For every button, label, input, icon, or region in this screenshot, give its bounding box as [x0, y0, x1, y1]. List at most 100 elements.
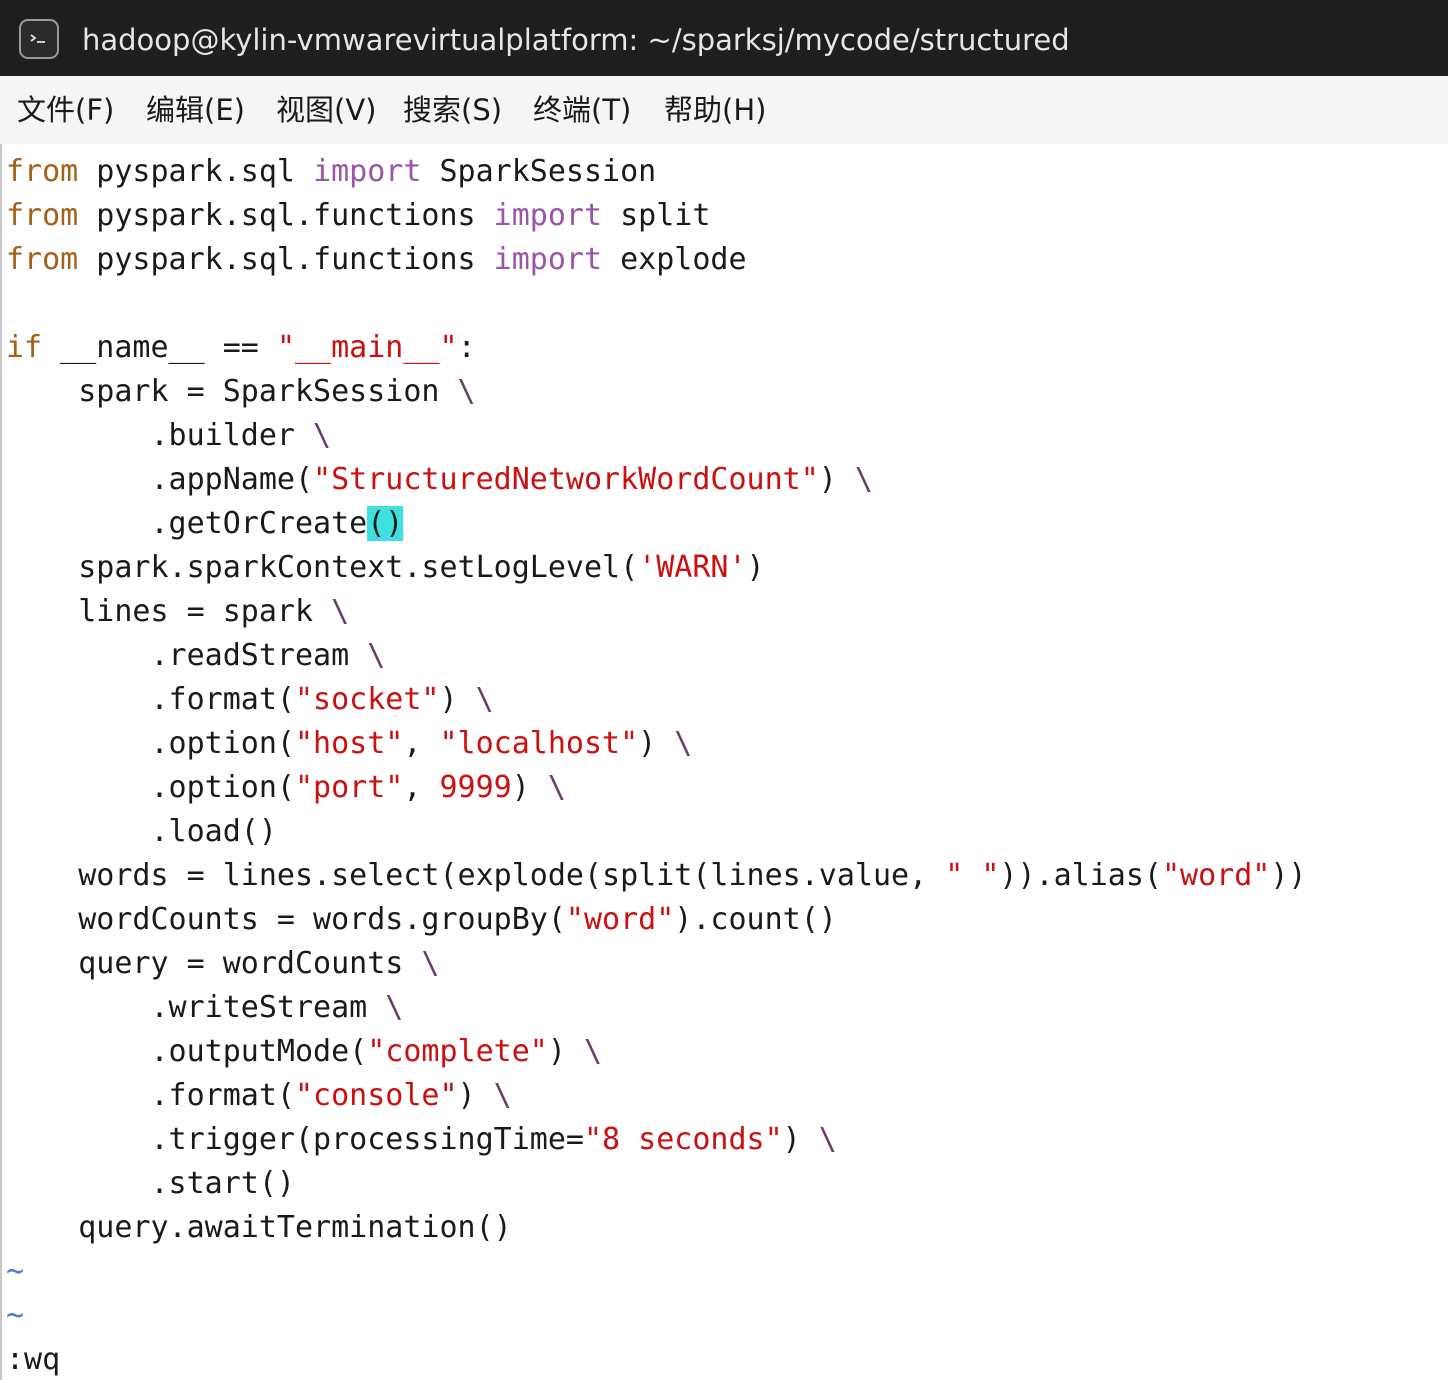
- code-token: .appName(: [6, 462, 314, 497]
- code-token: \: [818, 1122, 837, 1157]
- menu-help[interactable]: 帮助(H): [664, 76, 766, 144]
- code-token: \: [313, 418, 332, 453]
- code-token: \: [674, 726, 693, 761]
- code-line: from pyspark.sql.functions import split: [6, 194, 710, 238]
- code-token: __name__ ==: [42, 330, 277, 365]
- code-token: "StructuredNetworkWordCount": [313, 462, 819, 497]
- code-token: .readStream: [6, 638, 368, 673]
- code-line: .outputMode("complete") \: [6, 1030, 602, 1074]
- code-line: query = wordCounts \: [6, 942, 439, 986]
- code-line: .builder \: [6, 414, 331, 458]
- menu-view[interactable]: 视图(V): [276, 76, 376, 144]
- code-line: spark = SparkSession \: [6, 370, 476, 414]
- code-token: spark.sparkContext.setLogLevel(: [6, 550, 639, 585]
- code-token: from: [6, 242, 79, 277]
- code-token: "port": [294, 770, 404, 805]
- code-token: lines = spark: [6, 594, 332, 629]
- code-token: "socket": [294, 682, 440, 717]
- code-token: .option(: [6, 726, 295, 761]
- code-token: \: [547, 770, 566, 805]
- code-token: .load(): [6, 814, 277, 849]
- code-token: " ": [945, 858, 1000, 893]
- code-token: .builder: [6, 418, 314, 453]
- title-bar[interactable]: hadoop@kylin-vmwarevirtualplatform: ~/sp…: [0, 0, 1448, 76]
- code-token: \: [385, 990, 404, 1025]
- code-token: spark = SparkSession: [6, 374, 458, 409]
- code-token: \: [421, 946, 440, 981]
- code-token: from: [6, 154, 79, 189]
- code-token: .writeStream: [6, 990, 386, 1025]
- code-token: :: [457, 330, 476, 365]
- code-token: :wq: [6, 1342, 61, 1377]
- code-token: ): [782, 1122, 819, 1157]
- code-line: from pyspark.sql.functions import explod…: [6, 238, 747, 282]
- code-line: from pyspark.sql import SparkSession: [6, 150, 656, 194]
- code-token: "word": [565, 902, 675, 937]
- code-token: from: [6, 198, 79, 233]
- menu-file[interactable]: 文件(F): [17, 76, 114, 144]
- code-token: .option(: [6, 770, 295, 805]
- code-token: if: [6, 330, 43, 365]
- code-token: ,: [403, 770, 440, 805]
- code-line: .appName("StructuredNetworkWordCount") \: [6, 458, 873, 502]
- code-token: \: [367, 638, 386, 673]
- code-token: ): [638, 726, 675, 761]
- code-token: words = lines.select(explode(split(lines…: [6, 858, 946, 893]
- menu-search[interactable]: 搜索(S): [403, 76, 502, 144]
- code-token: ): [511, 770, 548, 805]
- code-token: import: [313, 154, 422, 189]
- code-line: lines = spark \: [6, 590, 349, 634]
- code-token: "console": [294, 1078, 458, 1113]
- code-token: ): [547, 1034, 584, 1069]
- code-token: )): [1270, 858, 1307, 893]
- menu-bar: 文件(F) 编辑(E) 视图(V) 搜索(S) 终端(T) 帮助(H): [0, 76, 1448, 144]
- code-line: .writeStream \: [6, 986, 403, 1030]
- code-token: 'WARN': [638, 550, 747, 585]
- code-line: .getOrCreate(): [6, 502, 404, 546]
- code-token: .start(): [6, 1166, 295, 1201]
- code-token: .format(: [6, 682, 295, 717]
- code-token: ,: [403, 726, 440, 761]
- code-token: pyspark.sql: [78, 154, 314, 189]
- code-token: .getOrCreate: [6, 506, 368, 541]
- vim-editor[interactable]: from pyspark.sql import SparkSession from…: [0, 144, 1448, 1380]
- terminal-icon: [19, 19, 59, 59]
- code-token: )).alias(: [999, 858, 1162, 893]
- window-title: hadoop@kylin-vmwarevirtualplatform: ~/sp…: [82, 23, 1070, 57]
- code-token: ): [457, 1078, 494, 1113]
- command-line: :wq: [6, 1338, 60, 1380]
- code-token: \: [493, 1078, 512, 1113]
- code-token: \: [457, 374, 476, 409]
- code-token: query.awaitTermination(): [6, 1210, 512, 1245]
- menu-terminal[interactable]: 终端(T): [533, 76, 631, 144]
- code-token: ): [746, 550, 765, 585]
- terminal-window: hadoop@kylin-vmwarevirtualplatform: ~/sp…: [0, 0, 1448, 1380]
- text-cursor: (): [367, 506, 404, 541]
- code-line: .option("port", 9999) \: [6, 766, 566, 810]
- empty-buffer-line: ~: [6, 1294, 24, 1338]
- empty-buffer-line: ~: [6, 1250, 24, 1294]
- code-token: "localhost": [439, 726, 639, 761]
- code-token: \: [854, 462, 873, 497]
- code-line: words = lines.select(explode(split(lines…: [6, 854, 1306, 898]
- menu-edit[interactable]: 编辑(E): [146, 76, 245, 144]
- code-token: "8 seconds": [583, 1122, 783, 1157]
- code-line: if __name__ == "__main__":: [6, 326, 476, 370]
- code-line: .format("socket") \: [6, 678, 493, 722]
- code-token: pyspark.sql.functions: [78, 198, 494, 233]
- code-line: .trigger(processingTime="8 seconds") \: [6, 1118, 837, 1162]
- code-token: "__main__": [276, 330, 458, 365]
- code-token: pyspark.sql.functions: [78, 242, 494, 277]
- code-token: ~: [6, 1298, 25, 1333]
- code-token: "host": [294, 726, 404, 761]
- code-line: .start(): [6, 1162, 295, 1206]
- code-line: .option("host", "localhost") \: [6, 722, 692, 766]
- code-line: .format("console") \: [6, 1074, 512, 1118]
- code-token: split: [602, 198, 711, 233]
- code-line: wordCounts = words.groupBy("word").count…: [6, 898, 837, 942]
- code-line: query.awaitTermination(): [6, 1206, 512, 1250]
- code-line: .load(): [6, 810, 277, 854]
- code-token: \: [331, 594, 350, 629]
- code-line: .readStream \: [6, 634, 385, 678]
- code-token: 9999: [439, 770, 512, 805]
